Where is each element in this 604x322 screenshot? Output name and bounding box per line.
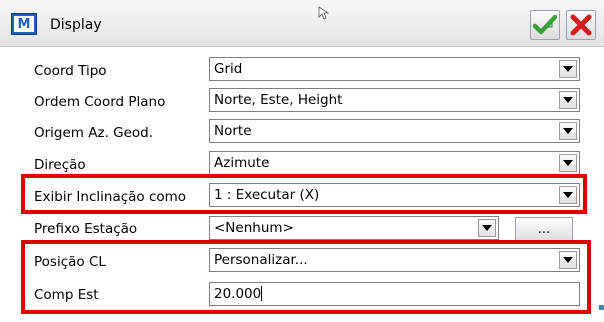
chevron-down-icon[interactable] xyxy=(559,154,577,172)
app-logo-icon[interactable]: M xyxy=(11,13,37,35)
window-title: Display xyxy=(50,17,102,33)
prefixo-estacao-value: <Nenhum> xyxy=(214,220,294,236)
highlight-box-posicao xyxy=(21,240,591,314)
direcao-value: Azimute xyxy=(214,155,270,171)
check-icon xyxy=(533,14,557,35)
chevron-down-icon[interactable] xyxy=(478,219,496,237)
origem-az-label: Origem Az. Geod. xyxy=(34,125,154,141)
chevron-down-icon[interactable] xyxy=(559,60,577,78)
chevron-down-icon[interactable] xyxy=(559,91,577,109)
ok-button[interactable] xyxy=(530,10,560,40)
origem-az-select[interactable]: Norte xyxy=(209,119,580,143)
prefixo-estacao-select[interactable]: <Nenhum> xyxy=(209,216,499,240)
mouse-cursor-icon xyxy=(318,6,330,20)
coord-tipo-select[interactable]: Grid xyxy=(209,57,580,81)
title-bar: M Display xyxy=(0,0,604,47)
direcao-select[interactable]: Azimute xyxy=(209,151,580,175)
close-icon xyxy=(570,14,592,36)
ordem-coord-label: Ordem Coord Plano xyxy=(34,94,166,110)
ordem-coord-select[interactable]: Norte, Este, Height xyxy=(209,88,580,112)
origem-az-value: Norte xyxy=(214,123,252,139)
chevron-down-icon[interactable] xyxy=(559,122,577,140)
app-logo-glyph: M xyxy=(14,16,34,32)
coord-tipo-label: Coord Tipo xyxy=(34,63,107,79)
ordem-coord-value: Norte, Este, Height xyxy=(214,92,343,108)
prefixo-estacao-label: Prefixo Estação xyxy=(34,221,138,237)
direcao-label: Direção xyxy=(34,157,86,173)
browse-button[interactable]: ... xyxy=(515,217,573,241)
coord-tipo-value: Grid xyxy=(214,61,243,77)
highlight-box-inclinacao xyxy=(21,174,587,214)
scroll-indicator-icon: ▪ xyxy=(598,302,604,313)
cancel-button[interactable] xyxy=(566,10,596,40)
